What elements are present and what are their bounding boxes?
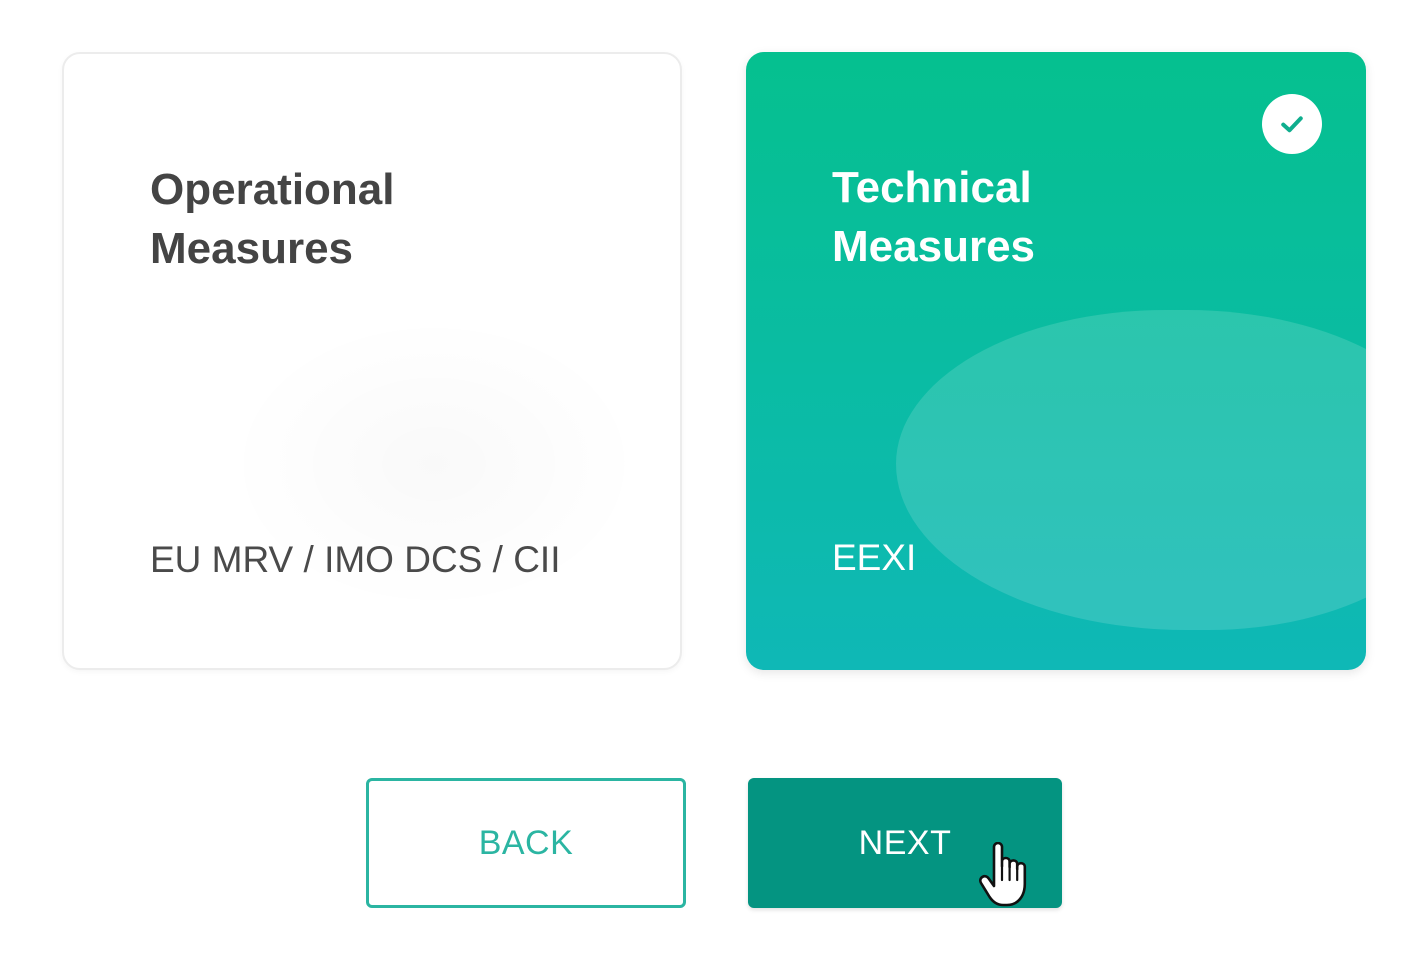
card-title: Technical Measures xyxy=(832,158,1252,276)
card-subtitle: EEXI xyxy=(832,537,917,578)
card-title-line: Measures xyxy=(150,224,354,273)
back-button[interactable]: BACK xyxy=(366,778,686,908)
measure-selection-screen: Operational Measures EU MRV / IMO DCS / … xyxy=(0,0,1402,954)
card-title-line: Operational xyxy=(150,165,395,214)
card-title-line: Technical xyxy=(832,163,1032,212)
check-circle-icon xyxy=(1262,94,1322,154)
card-title-line: Measures xyxy=(832,222,1036,271)
hand-pointer-cursor-icon xyxy=(979,842,1027,907)
card-subtitle: EU MRV / IMO DCS / CII xyxy=(150,539,561,580)
technical-measures-card[interactable]: Technical Measures EEXI xyxy=(746,52,1366,670)
card-decoration xyxy=(896,310,1366,630)
operational-measures-card[interactable]: Operational Measures EU MRV / IMO DCS / … xyxy=(62,52,682,670)
checkmark-icon xyxy=(1281,116,1303,133)
card-title: Operational Measures xyxy=(150,160,570,278)
